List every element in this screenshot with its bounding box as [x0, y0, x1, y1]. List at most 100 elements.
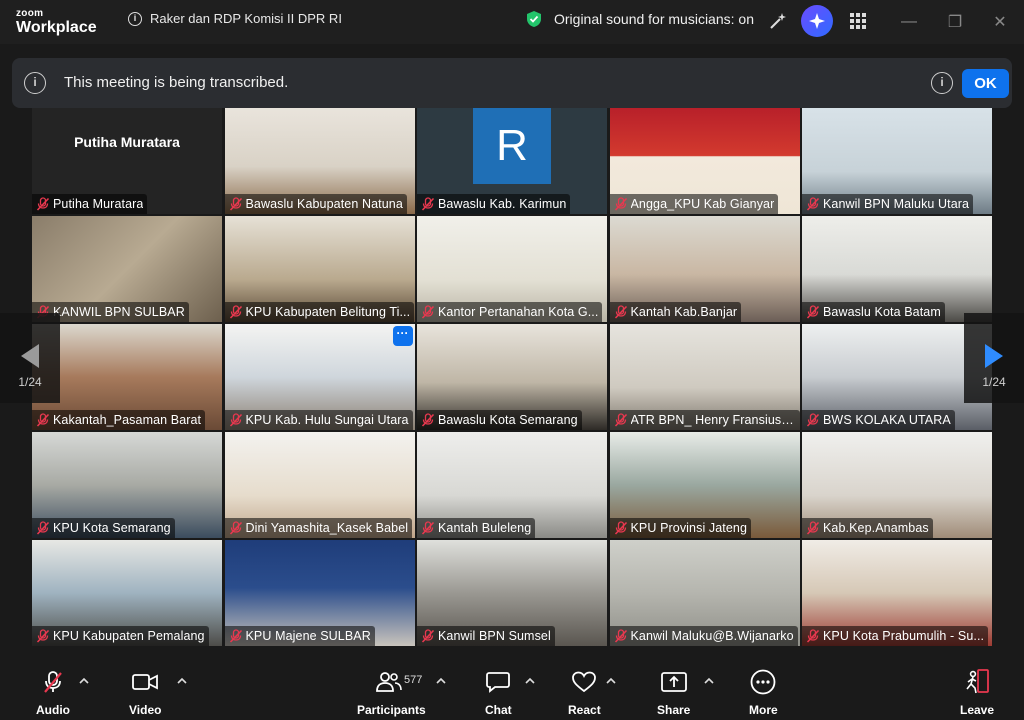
video-tile[interactable]: Kantah Kab.Banjar	[609, 216, 800, 322]
video-tile[interactable]: Kab.Kep.Anambas	[802, 432, 992, 538]
participant-name: Kantah Buleleng	[438, 521, 532, 535]
video-tile[interactable]: Bawaslu Kabupaten Natuna	[224, 108, 415, 214]
participant-name: BWS KOLAKA UTARA	[823, 413, 951, 427]
video-tile[interactable]: KPU Majene SULBAR	[224, 540, 415, 646]
magic-wand-icon[interactable]	[767, 10, 789, 32]
audio-button[interactable]: Audio	[36, 669, 70, 717]
react-label: React	[568, 703, 601, 717]
mic-muted-icon	[614, 629, 627, 643]
participant-name: Bawaslu Kab. Karimun	[438, 197, 567, 211]
maximize-icon[interactable]: ❐	[945, 12, 965, 32]
banner-message: This meeting is being transcribed.	[64, 74, 289, 91]
info-icon[interactable]: i	[128, 11, 142, 26]
video-button[interactable]: Video	[129, 669, 161, 717]
mic-muted-icon	[36, 413, 50, 427]
video-tile[interactable]: KPU Provinsi Jateng	[609, 432, 800, 538]
video-tile[interactable]: KANWIL BPN SULBAR	[32, 216, 222, 322]
page-indicator: 1/24	[982, 375, 1006, 389]
chevron-up-icon[interactable]	[605, 675, 617, 687]
participant-name-bar: KPU Kabupaten Belitung Ti...	[224, 302, 415, 322]
video-tile[interactable]: Putiha Muratara Putiha Muratara	[32, 108, 222, 214]
video-tile[interactable]: R Bawaslu Kab. Karimun	[417, 108, 607, 214]
next-page-button[interactable]: 1/24	[964, 313, 1024, 403]
meeting-info[interactable]: i Raker dan RDP Komisi II DPR RI	[128, 11, 342, 26]
meeting-title: Raker dan RDP Komisi II DPR RI	[150, 11, 342, 26]
participant-name: Bawaslu Kabupaten Natuna	[245, 197, 403, 211]
video-tile[interactable]: KPU Kota Prabumulih - Su...	[802, 540, 992, 646]
video-tile[interactable]: Kantor Pertanahan Kota G...	[417, 216, 607, 322]
participant-name-bar: Kantah Buleleng	[417, 518, 536, 538]
close-icon[interactable]: ✕	[990, 12, 1010, 32]
video-tile[interactable]: Bawaslu Kota Semarang	[417, 324, 607, 430]
participant-name-bar: Angga_KPU Kab Gianyar	[609, 194, 779, 214]
share-button[interactable]: Share	[657, 669, 690, 717]
react-button[interactable]: React	[568, 669, 601, 717]
minimize-icon[interactable]: —	[899, 12, 919, 32]
video-tile[interactable]: Kanwil BPN Sumsel	[417, 540, 607, 646]
video-tile[interactable]: ATR BPN_ Henry Fransius P...	[609, 324, 800, 430]
mic-muted-icon	[229, 197, 242, 211]
share-screen-icon	[660, 669, 687, 695]
mic-muted-icon	[421, 413, 435, 427]
more-dots-icon	[750, 669, 776, 695]
video-gallery: Putiha Muratara Putiha Muratara Bawaslu Ka…	[32, 108, 992, 646]
participant-name-bar: BWS KOLAKA UTARA	[802, 410, 955, 430]
grid-apps-icon[interactable]	[847, 10, 869, 32]
video-tile[interactable]: Bawaslu Kota Batam	[802, 216, 992, 322]
video-tile[interactable]: Dini Yamashita_Kasek Babel	[224, 432, 415, 538]
participant-name-bar: Kanwil Maluku@B.Wijanarko	[609, 626, 798, 646]
participant-name: Angga_KPU Kab Gianyar	[630, 197, 775, 211]
chevron-up-icon[interactable]	[524, 675, 536, 687]
previous-page-button[interactable]: 1/24	[0, 313, 60, 403]
leave-label: Leave	[960, 703, 995, 717]
chevron-up-icon[interactable]	[176, 675, 188, 687]
mic-muted-icon	[36, 197, 50, 211]
ok-button[interactable]: OK	[962, 69, 1009, 98]
mic-muted-icon	[806, 413, 820, 427]
audio-label: Audio	[36, 703, 70, 717]
mic-muted-icon	[614, 521, 627, 535]
participant-display-name: Putiha Muratara	[74, 134, 180, 150]
leave-button[interactable]: Leave	[960, 669, 994, 717]
video-tile[interactable]: KPU Kabupaten Pemalang	[32, 540, 222, 646]
chevron-up-icon[interactable]	[703, 675, 715, 687]
mic-muted-icon	[229, 413, 242, 427]
mic-muted-icon	[806, 629, 820, 643]
participant-name-bar: KPU Majene SULBAR	[224, 626, 375, 646]
sparkle-icon	[809, 13, 825, 29]
participant-avatar: R	[473, 108, 551, 184]
info-icon[interactable]: i	[931, 72, 953, 94]
participant-name-bar: Kantor Pertanahan Kota G...	[417, 302, 603, 322]
page-indicator: 1/24	[18, 375, 42, 389]
video-tile[interactable]: Angga_KPU Kab Gianyar	[609, 108, 800, 214]
video-tile[interactable]: ··· KPU Kab. Hulu Sungai Utara	[224, 324, 415, 430]
ai-companion-button[interactable]	[801, 5, 833, 37]
participant-name: Kanwil Maluku@B.Wijanarko	[630, 629, 794, 643]
participant-name: ATR BPN_ Henry Fransius P...	[630, 413, 796, 427]
arrow-right-icon	[985, 344, 1003, 368]
arrow-left-icon	[21, 344, 39, 368]
video-tile[interactable]: Kantah Buleleng	[417, 432, 607, 538]
tile-more-options-icon[interactable]: ···	[392, 326, 413, 346]
participant-name: KPU Majene SULBAR	[245, 629, 371, 643]
participant-name-bar: Bawaslu Kab. Karimun	[417, 194, 571, 214]
participant-name: Kanwil BPN Sumsel	[438, 629, 551, 643]
chevron-up-icon[interactable]	[78, 675, 90, 687]
chat-button[interactable]: Chat	[485, 669, 512, 717]
mic-muted-icon	[806, 305, 820, 319]
original-sound-status[interactable]: Original sound for musicians: on	[526, 10, 754, 28]
transcription-banner: i This meeting is being transcribed. i O…	[12, 58, 1012, 108]
mic-muted-icon	[421, 521, 435, 535]
leave-door-icon	[964, 669, 990, 695]
more-button[interactable]: More	[749, 669, 778, 717]
mic-muted-icon	[36, 521, 50, 535]
share-label: Share	[657, 703, 691, 717]
video-camera-icon	[132, 669, 159, 695]
video-tile[interactable]: KPU Kabupaten Belitung Ti...	[224, 216, 415, 322]
video-tile[interactable]: Kanwil Maluku@B.Wijanarko	[609, 540, 800, 646]
video-tile[interactable]: Kanwil BPN Maluku Utara	[802, 108, 992, 214]
video-tile[interactable]: Kakantah_Pasaman Barat	[32, 324, 222, 430]
video-tile[interactable]: KPU Kota Semarang	[32, 432, 222, 538]
chevron-up-icon[interactable]	[435, 675, 447, 687]
participant-name-bar: KPU Kab. Hulu Sungai Utara	[224, 410, 413, 430]
